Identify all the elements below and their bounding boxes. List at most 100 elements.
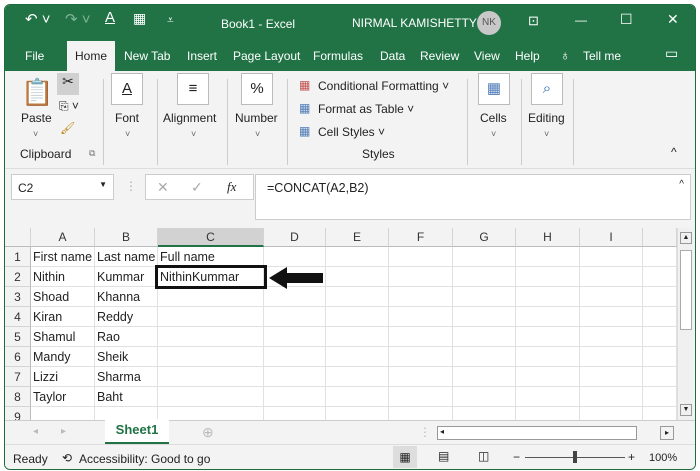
font-button[interactable]: Font: [115, 111, 139, 125]
cell[interactable]: [516, 327, 580, 347]
scroll-right-icon[interactable]: ▸: [660, 426, 674, 440]
cell[interactable]: [643, 307, 677, 327]
cut-icon[interactable]: ✂: [57, 73, 79, 95]
cell[interactable]: Kummar: [95, 267, 158, 287]
cell[interactable]: Shoad: [31, 287, 95, 307]
cell[interactable]: [453, 247, 516, 267]
cell[interactable]: Lizzi: [31, 367, 95, 387]
editing-button[interactable]: Editing: [528, 111, 565, 125]
cell[interactable]: [453, 407, 516, 420]
column-header-F[interactable]: F: [389, 228, 453, 247]
tab-file[interactable]: File: [25, 49, 44, 63]
column-header-C[interactable]: C: [158, 228, 264, 247]
cell[interactable]: [580, 367, 643, 387]
cell[interactable]: [158, 307, 264, 327]
dialog-launcher-icon[interactable]: ⧉: [89, 148, 95, 159]
cell[interactable]: Kiran: [31, 307, 95, 327]
row-header[interactable]: 6: [5, 347, 31, 367]
prev-sheet-icon[interactable]: ◂: [33, 426, 38, 437]
next-sheet-icon[interactable]: ▸: [61, 426, 66, 437]
normal-view-icon[interactable]: ▦: [393, 446, 417, 468]
redo-icon[interactable]: ↷ ˅: [65, 10, 91, 28]
cell[interactable]: [264, 247, 326, 267]
percent-icon[interactable]: %: [241, 73, 273, 105]
cell[interactable]: [326, 247, 389, 267]
tab-formulas[interactable]: Formulas: [313, 49, 363, 63]
enter-icon[interactable]: ✓: [191, 179, 203, 196]
cell[interactable]: [453, 307, 516, 327]
add-sheet-icon[interactable]: ⊕: [202, 424, 214, 441]
cell[interactable]: [158, 347, 264, 367]
zoom-level[interactable]: 100%: [649, 452, 677, 464]
customize-toolbar-icon[interactable]: ⩡: [167, 13, 174, 28]
format-as-table-button[interactable]: Format as Table ˅: [318, 102, 414, 116]
copy-icon[interactable]: ⎘ ˅: [59, 99, 79, 114]
column-header-H[interactable]: H: [516, 228, 580, 247]
accessibility-icon[interactable]: ⟲: [62, 451, 72, 465]
zoom-out-button[interactable]: −: [513, 450, 520, 464]
cell[interactable]: [264, 347, 326, 367]
collapse-ribbon-icon[interactable]: ^: [671, 145, 677, 159]
cell[interactable]: [643, 407, 677, 420]
spreadsheet-grid[interactable]: A B C D E F G H I 1 First name Last name Full name 2 N…: [5, 228, 677, 420]
cell[interactable]: [264, 327, 326, 347]
cell[interactable]: [326, 267, 389, 287]
cell[interactable]: [326, 367, 389, 387]
cell[interactable]: [264, 367, 326, 387]
cell[interactable]: [580, 407, 643, 420]
cell[interactable]: [326, 407, 389, 420]
formula-input[interactable]: =CONCAT(A2,B2) ^: [255, 174, 691, 220]
horizontal-scrollbar[interactable]: ◂: [437, 426, 637, 440]
table-icon[interactable]: ▦: [133, 10, 146, 27]
cell[interactable]: [453, 367, 516, 387]
name-box[interactable]: C2 ▼: [11, 174, 114, 200]
cell[interactable]: [158, 387, 264, 407]
tell-me-search[interactable]: Tell me: [583, 49, 621, 63]
search-icon[interactable]: ⌕: [531, 73, 563, 105]
cell[interactable]: [580, 387, 643, 407]
cell[interactable]: [516, 347, 580, 367]
cell[interactable]: Shamul: [31, 327, 95, 347]
number-button[interactable]: Number: [235, 111, 278, 125]
cell[interactable]: [580, 287, 643, 307]
cell[interactable]: Sheik: [95, 347, 158, 367]
close-button[interactable]: ✕: [667, 11, 679, 28]
column-header-B[interactable]: B: [95, 228, 158, 247]
cell[interactable]: Baht: [95, 387, 158, 407]
cell[interactable]: [643, 287, 677, 307]
cell[interactable]: [453, 387, 516, 407]
cell[interactable]: [389, 307, 453, 327]
vertical-scrollbar[interactable]: ▲ ▼: [677, 228, 693, 420]
cells-icon[interactable]: ▦: [478, 73, 510, 105]
tab-help[interactable]: Help: [515, 49, 540, 63]
cell[interactable]: [389, 347, 453, 367]
zoom-slider-thumb[interactable]: [573, 451, 577, 463]
row-header[interactable]: 3: [5, 287, 31, 307]
row-header[interactable]: 4: [5, 307, 31, 327]
cell[interactable]: [516, 367, 580, 387]
cell[interactable]: [389, 387, 453, 407]
cell[interactable]: [326, 287, 389, 307]
cell[interactable]: Last name: [95, 247, 158, 267]
cell[interactable]: [264, 407, 326, 420]
cell[interactable]: Sharma: [95, 367, 158, 387]
cell[interactable]: Reddy: [95, 307, 158, 327]
cell[interactable]: [643, 247, 677, 267]
column-header-A[interactable]: A: [31, 228, 95, 247]
cell[interactable]: [326, 347, 389, 367]
alignment-button[interactable]: Alignment: [163, 111, 216, 125]
cell[interactable]: [516, 247, 580, 267]
cells-button[interactable]: Cells: [480, 111, 507, 125]
row-header[interactable]: 8: [5, 387, 31, 407]
maximize-button[interactable]: ☐: [620, 11, 633, 28]
cell-styles-button[interactable]: Cell Styles ˅: [318, 125, 385, 139]
conditional-formatting-button[interactable]: Conditional Formatting ˅: [318, 79, 449, 93]
cell[interactable]: [326, 307, 389, 327]
cell[interactable]: Nithin: [31, 267, 95, 287]
avatar[interactable]: NK: [477, 11, 501, 35]
cell[interactable]: [31, 407, 95, 420]
insert-function-button[interactable]: fx: [227, 179, 236, 195]
cell[interactable]: Rao: [95, 327, 158, 347]
column-header-D[interactable]: D: [264, 228, 326, 247]
cell[interactable]: [516, 307, 580, 327]
